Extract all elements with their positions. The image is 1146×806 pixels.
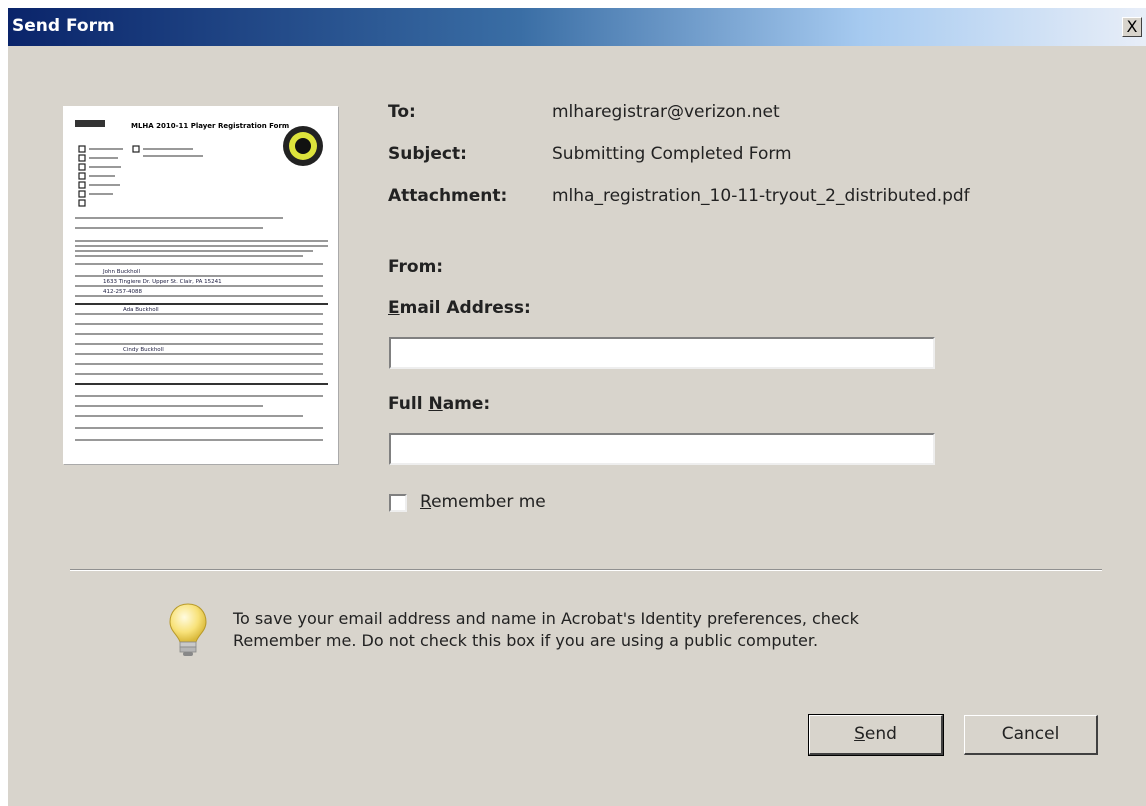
email-address-input[interactable] [389,337,935,369]
form-thumbnail: MLHA 2010-11 Player Registration Form Jo… [63,106,338,464]
full-name-input[interactable] [389,433,935,465]
close-button[interactable]: X [1122,17,1142,37]
title-bar[interactable]: Send Form X [8,8,1146,46]
send-form-dialog: Send Form X MLHA 2010-11 Player Registra… [8,8,1146,806]
attachment-value: mlha_registration_10-11-tryout_2_distrib… [552,186,970,206]
attachment-label: Attachment: [388,186,508,206]
full-name-label: Full Name: [388,394,491,414]
mlha-logo-icon [283,126,323,166]
to-value: mlharegistrar@verizon.net [552,102,780,122]
email-address-label: Email Address: [388,298,531,318]
svg-text:John Buckholl: John Buckholl [102,269,141,275]
send-button[interactable]: Send [808,714,944,756]
thumb-form-title: MLHA 2010-11 Player Registration Form [131,122,289,130]
remember-me-checkbox[interactable] [389,494,407,512]
to-label: To: [388,102,416,122]
subject-value: Submitting Completed Form [552,144,792,164]
separator [70,569,1102,571]
subject-label: Subject: [388,144,467,164]
lightbulb-icon [169,603,207,656]
svg-text:Cindy Buckholl: Cindy Buckholl [123,347,164,353]
svg-text:1633 Tingiere Dr. Upper St. Cl: 1633 Tingiere Dr. Upper St. Clair, PA 15… [103,279,222,285]
svg-text:Ada Buckholl: Ada Buckholl [123,307,159,313]
remember-me-label[interactable]: Remember me [420,492,546,512]
identity-info-text: To save your email address and name in A… [233,609,859,650]
from-label: From: [388,257,444,277]
pdf-preview-image: MLHA 2010-11 Player Registration Form Jo… [75,120,328,441]
svg-text:412-257-4088: 412-257-4088 [103,289,142,295]
dialog-title: Send Form [12,16,115,36]
cancel-button[interactable]: Cancel [964,715,1098,755]
